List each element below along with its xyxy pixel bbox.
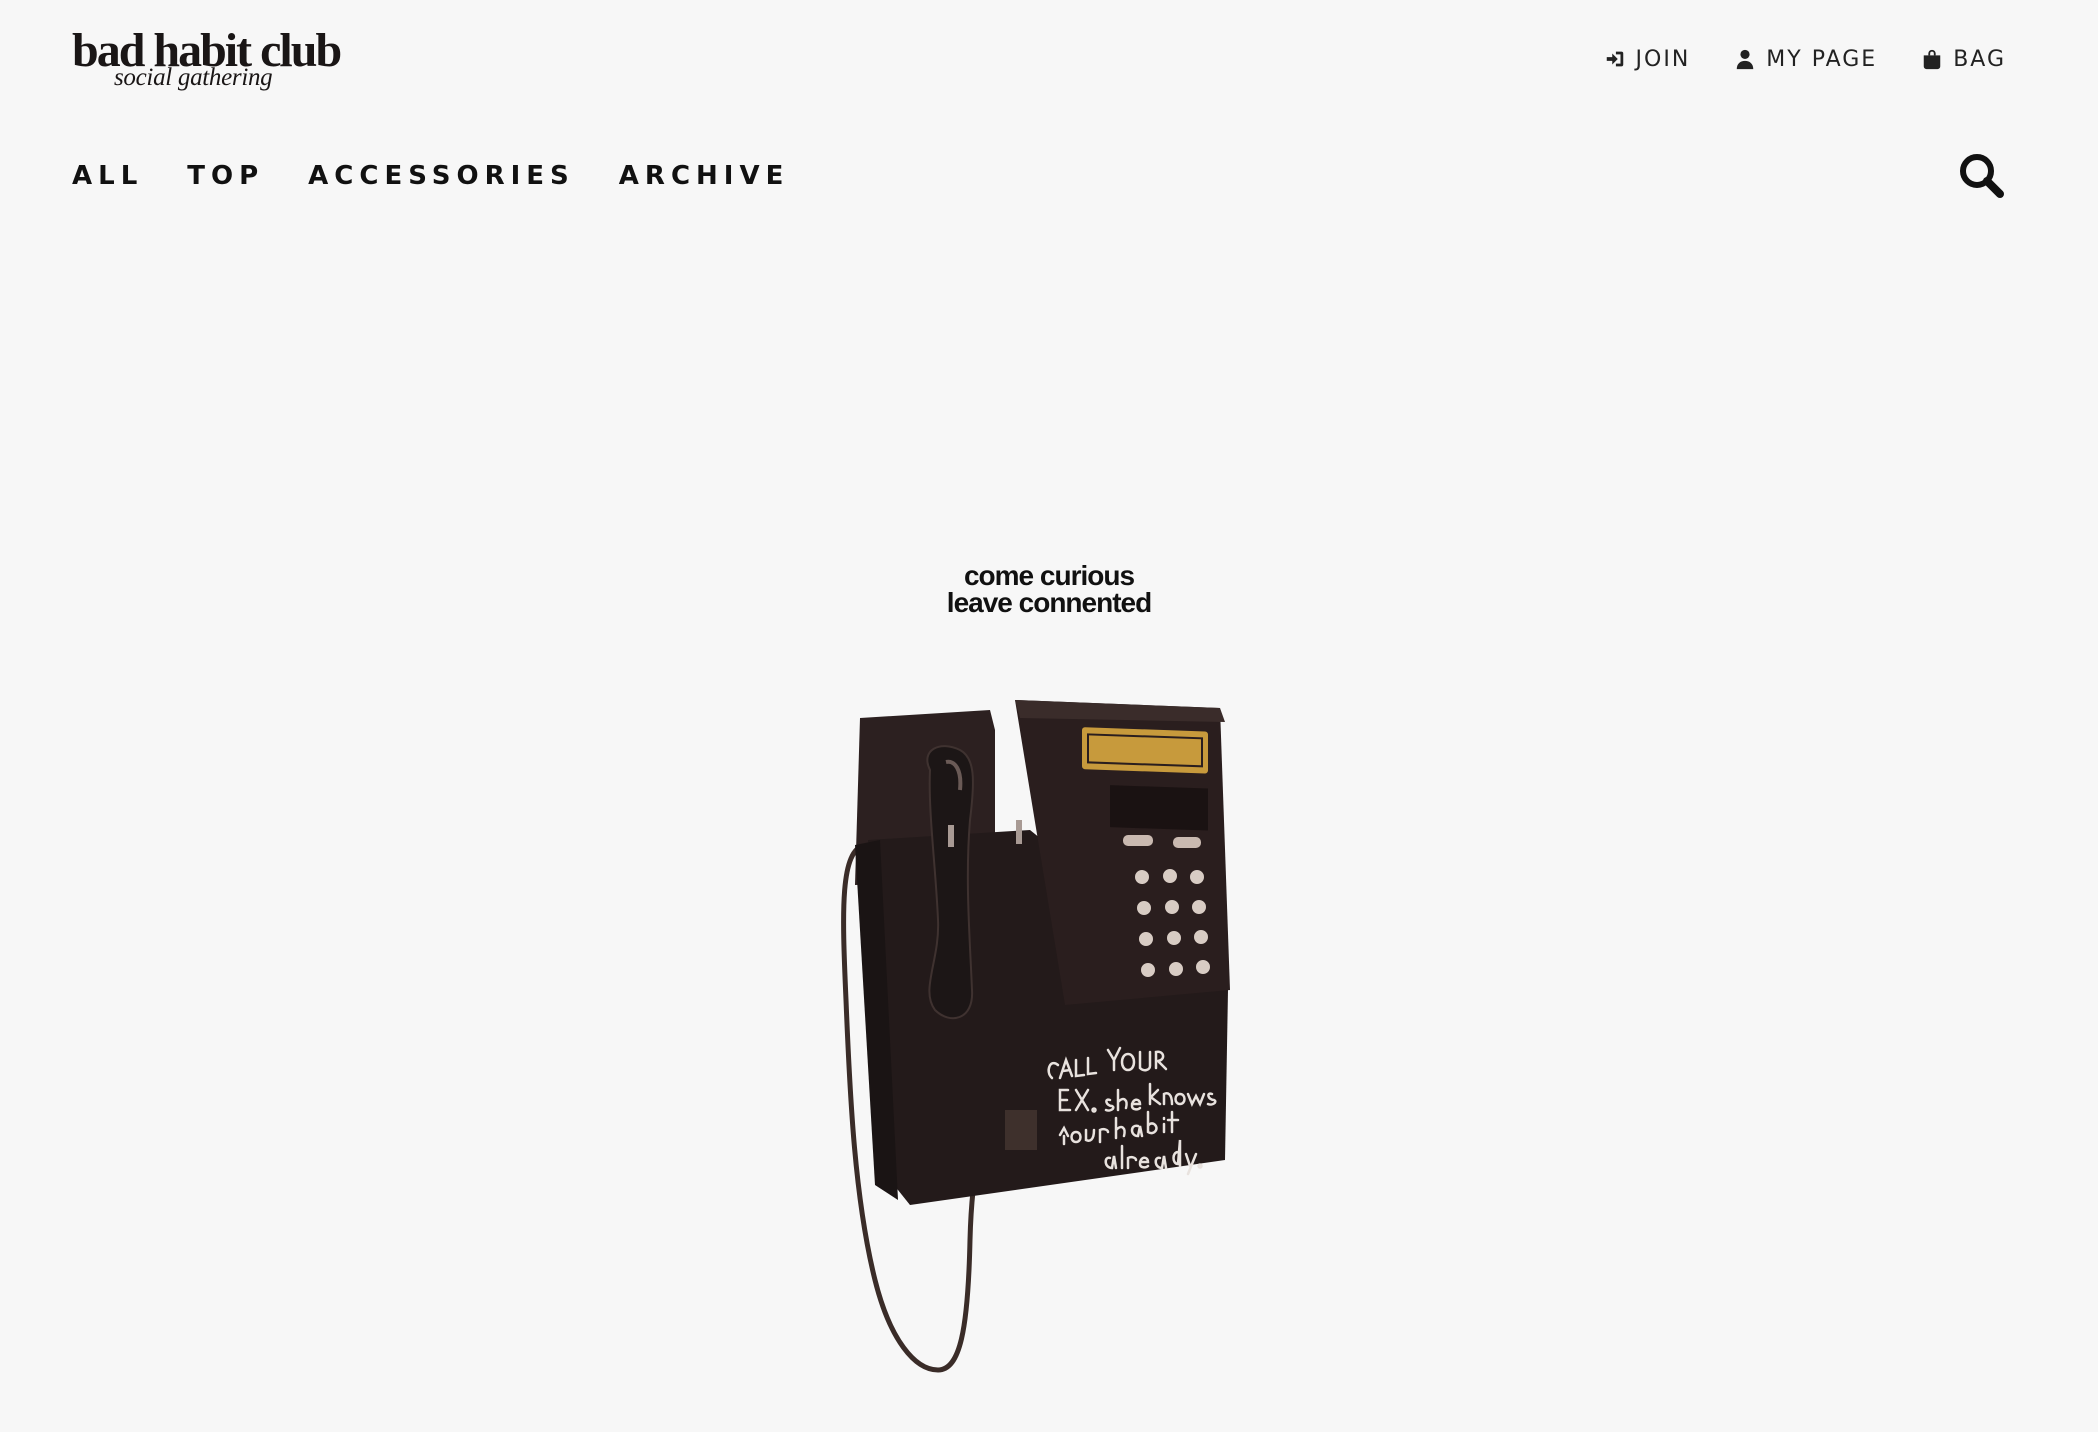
- bag-link[interactable]: BAG: [1921, 47, 2006, 72]
- payphone-image[interactable]: [820, 680, 1270, 1380]
- payphone-illustration: [841, 700, 1230, 1373]
- hero-tagline: come curious leave connented: [0, 560, 2098, 618]
- nav-accessories[interactable]: ACCESSORIES: [308, 161, 575, 191]
- nav-all[interactable]: ALL: [72, 161, 143, 191]
- category-nav: ALL TOP ACCESSORIES ARCHIVE: [72, 156, 789, 196]
- user-icon: [1737, 49, 1754, 70]
- join-label: JOIN: [1635, 46, 1691, 72]
- join-link[interactable]: JOIN: [1604, 47, 1691, 72]
- sign-in-icon: [1606, 51, 1623, 67]
- utility-nav: JOIN MY PAGE BAG: [1604, 42, 2006, 76]
- hero-line-1: come curious: [963, 560, 1135, 591]
- my-page-label: MY PAGE: [1766, 46, 1878, 72]
- search-icon: [1960, 154, 2004, 198]
- site-header: bad habit club social gathering JOIN MY …: [0, 0, 2098, 230]
- brand-tagline: social gathering: [114, 64, 273, 91]
- brand-logo[interactable]: bad habit club social gathering: [72, 27, 362, 98]
- my-page-link[interactable]: MY PAGE: [1734, 47, 1877, 72]
- hero-line-2: leave connented: [946, 587, 1152, 618]
- nav-archive[interactable]: ARCHIVE: [619, 161, 790, 191]
- search-button[interactable]: [1956, 150, 2006, 200]
- nav-top[interactable]: TOP: [187, 161, 264, 191]
- bag-label: BAG: [1953, 46, 2006, 72]
- shopping-bag-icon: [1923, 49, 1941, 70]
